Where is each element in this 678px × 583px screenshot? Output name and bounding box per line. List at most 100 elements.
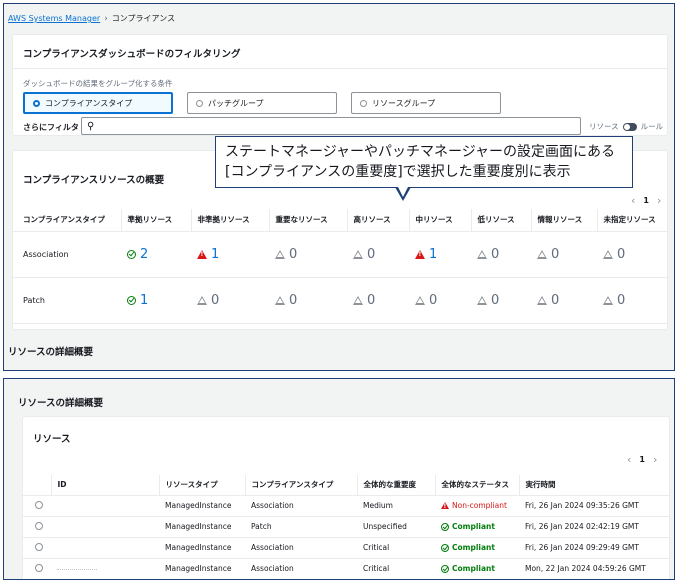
group-by-label: ダッシュボードの結果をグループ化する条件 xyxy=(23,79,173,88)
severity: Critical xyxy=(357,537,435,559)
breadcrumb: AWS Systems Manager › コンプライアンス xyxy=(8,13,175,24)
filter-search-input[interactable]: ⚲ xyxy=(81,117,581,135)
critical-count: 0 xyxy=(275,247,341,262)
triangle-icon xyxy=(415,295,425,305)
chevron-right-icon[interactable]: › xyxy=(653,453,657,466)
triangle-icon xyxy=(275,249,285,259)
col-status: 全体的なステータス xyxy=(434,475,519,496)
compliance-type: Patch xyxy=(245,516,357,538)
filter-card-title: コンプライアンスダッシュボードのフィルタリング xyxy=(23,49,241,60)
table-row[interactable]: ManagedInstance Association Critical Com… xyxy=(23,537,669,559)
table-row[interactable]: ManagedInstance Association Medium Non-c… xyxy=(23,495,669,517)
resource-type: ManagedInstance xyxy=(159,537,245,559)
resource-id[interactable] xyxy=(51,516,159,538)
resource-rule-toggle[interactable]: リソース ルール xyxy=(589,121,663,132)
chevron-right-icon[interactable]: › xyxy=(657,194,661,207)
non-compliant-count: 0 xyxy=(197,293,263,308)
status-badge: Compliant xyxy=(441,543,513,552)
page-number[interactable]: 1 xyxy=(639,455,645,464)
resource-id[interactable] xyxy=(51,537,159,559)
col-unspecified: 未指定リソース xyxy=(596,209,667,232)
row-select-radio[interactable] xyxy=(35,500,43,509)
check-circle-icon xyxy=(441,543,449,552)
divider xyxy=(13,68,667,69)
check-circle-icon xyxy=(127,249,136,259)
callout-annotation: ステートマネージャーやパッチマネージャーの設定画面にある [コンプライアンスの重… xyxy=(215,136,633,188)
triangle-icon xyxy=(197,295,207,305)
triangle-icon xyxy=(603,295,613,305)
row-select-radio[interactable] xyxy=(35,563,43,572)
compliant-count[interactable]: 2 xyxy=(127,247,185,262)
triangle-icon xyxy=(275,295,285,305)
callout-line-1: ステートマネージャーやパッチマネージャーの設定画面にある xyxy=(225,144,616,160)
chevron-left-icon[interactable]: ‹ xyxy=(627,453,631,466)
callout-line-2: [コンプライアンスの重要度]で選択した重要度別に表示 xyxy=(225,164,571,180)
col-compliant: 準拠リソース xyxy=(120,209,191,232)
radio-resource-group[interactable]: リソースグループ xyxy=(351,92,501,114)
execution-time: Fri, 26 Jan 2024 02:42:19 GMT xyxy=(519,516,669,538)
radio-unselected-icon xyxy=(360,99,367,107)
col-compliance-type: コンプライアンスタイプ xyxy=(244,475,357,496)
status-badge: Compliant xyxy=(441,564,513,573)
table-row[interactable]: ManagedInstance Patch Unspecified Compli… xyxy=(23,516,669,538)
col-critical: 重要なリソース xyxy=(268,209,347,232)
resource-detail-title: リソースの詳細概要 xyxy=(18,398,104,409)
col-select xyxy=(23,475,51,496)
unspecified-count: 0 xyxy=(603,293,661,308)
resource-detail-heading: リソースの詳細概要 xyxy=(8,347,94,358)
resources-pagination: ‹ 1 › xyxy=(627,453,657,466)
non-compliant-count[interactable]: 1 xyxy=(197,247,263,262)
summary-table: コンプライアンスタイプ 準拠リソース 非準拠リソース 重要なリソース 高リソース… xyxy=(13,209,667,324)
triangle-icon xyxy=(477,249,487,259)
severity: Unspecified xyxy=(357,516,435,538)
execution-time: Fri, 26 Jan 2024 09:35:26 GMT xyxy=(519,495,669,517)
radio-label: パッチグループ xyxy=(208,98,264,108)
resources-header-row: ID リソースタイプ コンプライアンスタイプ 全体的な重要度 全体的なステータス… xyxy=(23,475,669,496)
masked-id xyxy=(57,568,97,570)
warning-icon xyxy=(441,502,449,511)
filter-card: コンプライアンスダッシュボードのフィルタリング ダッシュボードの結果をグループ化… xyxy=(12,34,668,136)
row-select-radio[interactable] xyxy=(35,521,43,530)
col-resource-type: リソースタイプ xyxy=(158,475,245,496)
row-type: Patch xyxy=(13,277,121,324)
row-select-radio[interactable] xyxy=(35,542,43,551)
callout-pointer xyxy=(395,185,411,201)
resource-type: ManagedInstance xyxy=(159,516,245,538)
page-number[interactable]: 1 xyxy=(643,196,649,205)
table-row: Patch 1 0 0 0 0 0 0 0 xyxy=(13,277,667,324)
toggle-left-label: リソース xyxy=(589,122,619,131)
high-count: 0 xyxy=(353,293,403,308)
col-high: 高リソース xyxy=(346,209,409,232)
summary-header-row: コンプライアンスタイプ 準拠リソース 非準拠リソース 重要なリソース 高リソース… xyxy=(13,209,667,232)
chevron-right-icon: › xyxy=(104,13,108,24)
search-icon: ⚲ xyxy=(87,120,95,132)
low-count: 0 xyxy=(477,293,525,308)
chevron-left-icon[interactable]: ‹ xyxy=(631,194,635,207)
radio-compliance-type[interactable]: コンプライアンスタイプ xyxy=(23,92,173,114)
toggle-right-label: ルール xyxy=(640,122,664,131)
medium-count[interactable]: 1 xyxy=(415,247,465,262)
triangle-icon xyxy=(537,249,547,259)
high-count: 0 xyxy=(353,247,403,262)
table-row[interactable]: ManagedInstance Association Critical Com… xyxy=(23,558,669,579)
breadcrumb-current: コンプライアンス xyxy=(111,14,176,23)
col-non-compliant: 非準拠リソース xyxy=(190,209,269,232)
compliant-count[interactable]: 1 xyxy=(127,293,185,308)
severity: Critical xyxy=(357,558,435,579)
resource-id[interactable] xyxy=(51,558,159,579)
summary-card-title: コンプライアンスリソースの概要 xyxy=(23,175,165,186)
triangle-icon xyxy=(537,295,547,305)
severity: Medium xyxy=(357,495,435,517)
radio-label: コンプライアンスタイプ xyxy=(45,98,133,108)
radio-selected-icon xyxy=(33,99,40,107)
info-count: 0 xyxy=(537,247,591,262)
breadcrumb-systems-manager-link[interactable]: AWS Systems Manager xyxy=(8,14,100,23)
triangle-icon xyxy=(353,249,363,259)
triangle-icon xyxy=(477,295,487,305)
medium-count: 0 xyxy=(415,293,465,308)
execution-time: Mon, 22 Jan 2024 04:59:26 GMT xyxy=(519,558,669,579)
compliance-type: Association xyxy=(245,537,357,559)
radio-patch-group[interactable]: パッチグループ xyxy=(187,92,337,114)
resource-id[interactable] xyxy=(51,495,159,517)
toggle-switch-icon[interactable] xyxy=(622,122,637,131)
